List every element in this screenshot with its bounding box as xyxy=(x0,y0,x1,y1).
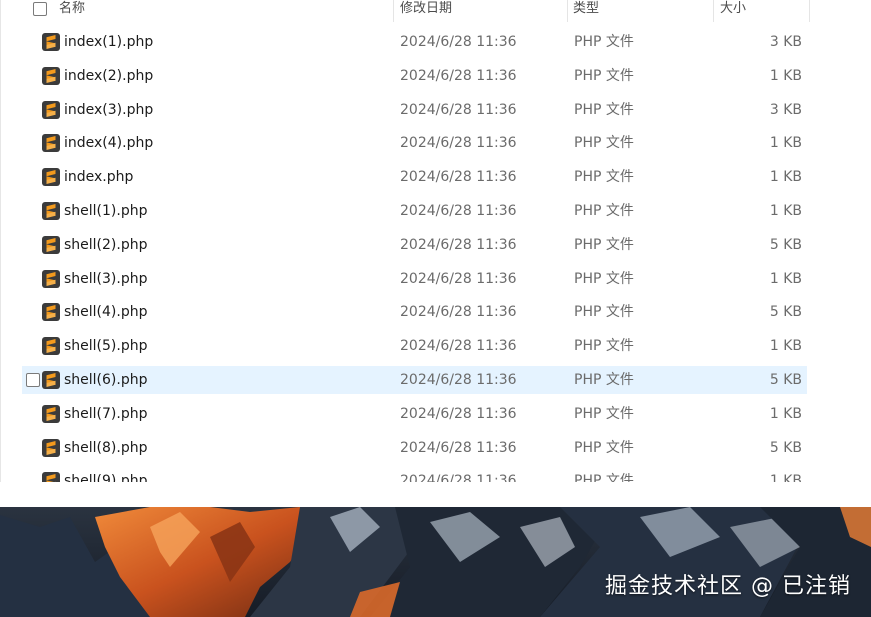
file-modified-date: 2024/6/28 11:36 xyxy=(400,372,517,388)
file-modified-date: 2024/6/28 11:36 xyxy=(400,271,517,287)
sublime-text-file-icon xyxy=(42,168,60,186)
file-type: PHP 文件 xyxy=(574,406,634,422)
file-modified-date: 2024/6/28 11:36 xyxy=(400,169,517,185)
file-modified-date: 2024/6/28 11:36 xyxy=(400,338,517,354)
file-name[interactable]: shell(7).php xyxy=(64,400,148,428)
file-modified-date: 2024/6/28 11:36 xyxy=(400,406,517,422)
file-row[interactable]: index.php 2024/6/28 11:36 PHP 文件 1 KB xyxy=(22,163,807,191)
sublime-text-file-icon xyxy=(42,33,60,51)
column-size-header[interactable]: 大小 xyxy=(720,0,746,22)
file-name[interactable]: shell(6).php xyxy=(64,366,148,394)
file-modified-date: 2024/6/28 11:36 xyxy=(400,68,517,84)
sublime-text-file-icon xyxy=(42,337,60,355)
file-modified-date: 2024/6/28 11:36 xyxy=(400,304,517,320)
file-size: 1 KB xyxy=(769,406,802,422)
sublime-text-file-icon xyxy=(42,472,60,482)
file-row[interactable]: shell(5).php 2024/6/28 11:36 PHP 文件 1 KB xyxy=(22,332,807,360)
file-type: PHP 文件 xyxy=(574,68,634,84)
file-type: PHP 文件 xyxy=(574,237,634,253)
column-separator[interactable] xyxy=(567,0,568,22)
file-modified-date: 2024/6/28 11:36 xyxy=(400,135,517,151)
file-row[interactable]: shell(8).php 2024/6/28 11:36 PHP 文件 5 KB xyxy=(22,434,807,462)
file-name[interactable]: shell(2).php xyxy=(64,231,148,259)
file-row[interactable]: shell(7).php 2024/6/28 11:36 PHP 文件 1 KB xyxy=(22,400,807,428)
file-size: 5 KB xyxy=(769,237,802,253)
file-size: 5 KB xyxy=(769,440,802,456)
file-modified-date: 2024/6/28 11:36 xyxy=(400,203,517,219)
file-row[interactable]: shell(2).php 2024/6/28 11:36 PHP 文件 5 KB xyxy=(22,231,807,259)
mountain-wallpaper-image xyxy=(0,507,871,617)
file-size: 5 KB xyxy=(769,372,802,388)
file-row[interactable]: index(1).php 2024/6/28 11:36 PHP 文件 3 KB xyxy=(22,28,807,56)
sublime-text-file-icon xyxy=(42,236,60,254)
file-name[interactable]: shell(5).php xyxy=(64,332,148,360)
column-header: 名称 修改日期 类型 大小 xyxy=(0,0,810,22)
file-type: PHP 文件 xyxy=(574,372,634,388)
file-row[interactable]: index(4).php 2024/6/28 11:36 PHP 文件 1 KB xyxy=(22,129,807,157)
select-all-checkbox[interactable] xyxy=(33,2,47,16)
sublime-text-file-icon xyxy=(42,134,60,152)
column-type-header[interactable]: 类型 xyxy=(573,0,599,22)
file-name[interactable]: shell(1).php xyxy=(64,197,148,225)
watermark-text: 掘金技术社区 @ 已注销 xyxy=(605,574,851,599)
sublime-text-file-icon xyxy=(42,202,60,220)
file-size: 1 KB xyxy=(769,135,802,151)
file-size: 1 KB xyxy=(769,203,802,219)
file-size: 3 KB xyxy=(769,34,802,50)
file-row[interactable]: shell(1).php 2024/6/28 11:36 PHP 文件 1 KB xyxy=(22,197,807,225)
column-modified-header[interactable]: 修改日期 xyxy=(400,0,452,22)
file-row[interactable]: shell(9).php 2024/6/28 11:36 PHP 文件 1 KB xyxy=(22,467,807,482)
file-name[interactable]: shell(8).php xyxy=(64,434,148,462)
file-name[interactable]: shell(4).php xyxy=(64,298,148,326)
desktop-wallpaper: 掘金技术社区 @ 已注销 xyxy=(0,507,871,617)
file-name[interactable]: shell(3).php xyxy=(64,265,148,293)
file-type: PHP 文件 xyxy=(574,271,634,287)
sublime-text-file-icon xyxy=(42,270,60,288)
file-size: 1 KB xyxy=(769,473,802,482)
file-row[interactable]: shell(6).php 2024/6/28 11:36 PHP 文件 5 KB xyxy=(22,366,807,394)
file-type: PHP 文件 xyxy=(574,338,634,354)
file-size: 3 KB xyxy=(769,102,802,118)
file-name[interactable]: shell(9).php xyxy=(64,467,148,482)
file-type: PHP 文件 xyxy=(574,440,634,456)
file-modified-date: 2024/6/28 11:36 xyxy=(400,34,517,50)
file-explorer: 名称 修改日期 类型 大小 index(1).php 2024/6/28 11:3… xyxy=(0,0,871,482)
file-modified-date: 2024/6/28 11:36 xyxy=(400,237,517,253)
file-type: PHP 文件 xyxy=(574,102,634,118)
file-name[interactable]: index(1).php xyxy=(64,28,153,56)
file-name[interactable]: index(3).php xyxy=(64,96,153,124)
column-separator[interactable] xyxy=(393,0,394,22)
file-size: 1 KB xyxy=(769,68,802,84)
sublime-text-file-icon xyxy=(42,101,60,119)
file-type: PHP 文件 xyxy=(574,34,634,50)
file-type: PHP 文件 xyxy=(574,169,634,185)
file-row[interactable]: shell(4).php 2024/6/28 11:36 PHP 文件 5 KB xyxy=(22,298,807,326)
file-name[interactable]: index(4).php xyxy=(64,129,153,157)
file-size: 5 KB xyxy=(769,304,802,320)
column-name-header[interactable]: 名称 xyxy=(59,0,85,22)
file-row[interactable]: shell(3).php 2024/6/28 11:36 PHP 文件 1 KB xyxy=(22,265,807,293)
file-size: 1 KB xyxy=(769,271,802,287)
column-separator[interactable] xyxy=(809,0,810,22)
sublime-text-file-icon xyxy=(42,439,60,457)
file-size: 1 KB xyxy=(769,338,802,354)
file-name[interactable]: index.php xyxy=(64,163,133,191)
sublime-text-file-icon xyxy=(42,303,60,321)
file-modified-date: 2024/6/28 11:36 xyxy=(400,102,517,118)
file-type: PHP 文件 xyxy=(574,135,634,151)
row-checkbox[interactable] xyxy=(26,373,40,387)
sublime-text-file-icon xyxy=(42,371,60,389)
file-modified-date: 2024/6/28 11:36 xyxy=(400,473,517,482)
file-name[interactable]: index(2).php xyxy=(64,62,153,90)
file-type: PHP 文件 xyxy=(574,304,634,320)
column-separator[interactable] xyxy=(713,0,714,22)
file-type: PHP 文件 xyxy=(574,203,634,219)
file-type: PHP 文件 xyxy=(574,473,634,482)
file-modified-date: 2024/6/28 11:36 xyxy=(400,440,517,456)
file-row[interactable]: index(2).php 2024/6/28 11:36 PHP 文件 1 KB xyxy=(22,62,807,90)
file-row[interactable]: index(3).php 2024/6/28 11:36 PHP 文件 3 KB xyxy=(22,96,807,124)
sublime-text-file-icon xyxy=(42,67,60,85)
file-size: 1 KB xyxy=(769,169,802,185)
sublime-text-file-icon xyxy=(42,405,60,423)
